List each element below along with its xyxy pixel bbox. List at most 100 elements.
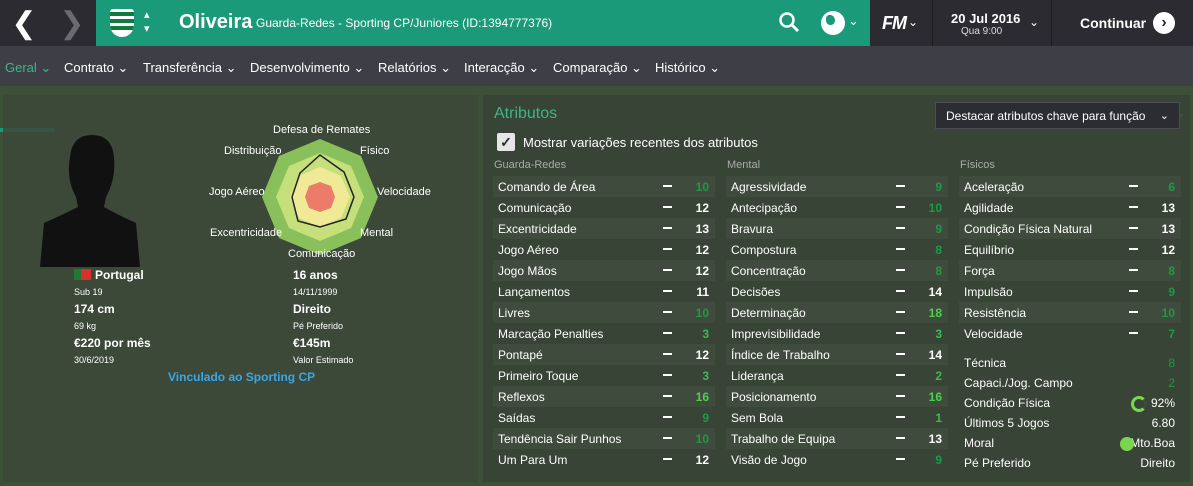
attribute-value: 13	[1161, 222, 1175, 236]
player-nav-arrows-icon[interactable]: ▴ ▾	[144, 8, 150, 36]
no-change-dash-icon	[663, 269, 672, 271]
show-changes-checkbox[interactable]: ✓	[497, 133, 515, 151]
attribute-row[interactable]: Agilidade 13	[959, 197, 1181, 218]
attribute-name: Visão de Jogo	[731, 453, 807, 467]
club-link[interactable]: Vinculado ao Sporting CP	[168, 370, 315, 384]
chevron-down-icon[interactable]: ⌄	[1029, 15, 1039, 29]
fm-logo[interactable]: FM	[882, 13, 907, 34]
radar-label-aerial: Jogo Aéreo	[209, 186, 265, 198]
attribute-name: Sem Bola	[731, 411, 784, 425]
attribute-value: 13	[1161, 201, 1175, 215]
continue-arrow-icon[interactable]: ›	[1153, 12, 1175, 34]
preferred-foot: Direito	[293, 302, 332, 316]
attribute-row[interactable]: Visão de Jogo 9	[726, 449, 948, 470]
show-changes-label[interactable]: Mostrar variações recentes dos atributos	[523, 135, 758, 150]
attribute-row[interactable]: Decisões 14	[726, 281, 948, 302]
attribute-row[interactable]: Jogo Mãos 12	[493, 260, 715, 281]
globe-icon[interactable]	[821, 11, 845, 35]
tab-historico[interactable]: Histórico ⌄	[655, 60, 720, 76]
attribute-value: 2	[935, 369, 942, 383]
highlight-role-dropdown[interactable]: Destacar atributos chave para função ⌄	[935, 102, 1180, 129]
attribute-row[interactable]: Saídas 9	[493, 407, 715, 428]
search-icon[interactable]	[778, 11, 800, 33]
attribute-value: 10	[1161, 306, 1175, 320]
extra-info-name: Últimos 5 Jogos	[964, 416, 1050, 430]
attribute-name: Jogo Mãos	[498, 264, 557, 278]
physical-header: Físicos	[960, 159, 995, 171]
chevron-down-icon[interactable]: ⌄	[848, 13, 859, 29]
attribute-name: Imprevisibilidade	[731, 327, 821, 341]
date-of-birth: 14/11/1999	[293, 287, 338, 297]
continue-button[interactable]: Continuar	[1080, 15, 1146, 31]
attribute-row[interactable]: Condição Física Natural 13	[959, 218, 1181, 239]
club-crest-icon[interactable]	[110, 9, 134, 37]
attribute-row[interactable]: Primeiro Toque 3	[493, 365, 715, 386]
attribute-row[interactable]: Impulsão 9	[959, 281, 1181, 302]
radar-label-communication: Comunicação	[288, 248, 356, 260]
tab-relatorios[interactable]: Relatórios ⌄	[378, 60, 451, 76]
attribute-row[interactable]: Índice de Trabalho 14	[726, 344, 948, 365]
no-change-dash-icon	[896, 227, 905, 229]
tab-contrato[interactable]: Contrato ⌄	[64, 60, 128, 76]
attribute-row[interactable]: Pontapé 12	[493, 344, 715, 365]
attribute-value: 9	[935, 222, 942, 236]
attribute-row[interactable]: Livres 10	[493, 302, 715, 323]
attribute-row[interactable]: Determinação 18	[726, 302, 948, 323]
no-change-dash-icon	[663, 311, 672, 313]
attribute-row[interactable]: Antecipação 10	[726, 197, 948, 218]
attribute-row[interactable]: Posicionamento 16	[726, 386, 948, 407]
nationality[interactable]: Portugal	[95, 268, 144, 282]
attribute-row[interactable]: Imprevisibilidade 3	[726, 323, 948, 344]
attribute-row[interactable]: Liderança 2	[726, 365, 948, 386]
player-silhouette-icon	[40, 135, 140, 267]
chevron-down-icon[interactable]: ⌄	[908, 15, 918, 29]
attribute-row[interactable]: Agressividade 9	[726, 176, 948, 197]
attribute-row[interactable]: Excentricidade 13	[493, 218, 715, 239]
no-change-dash-icon	[1129, 206, 1138, 208]
tab-comparacao[interactable]: Comparação ⌄	[553, 60, 642, 76]
attribute-name: Um Para Um	[498, 453, 568, 467]
attribute-row[interactable]: Bravura 9	[726, 218, 948, 239]
attribute-name: Força	[964, 264, 995, 278]
back-icon[interactable]: ❮	[0, 0, 48, 46]
attribute-value: 9	[1168, 285, 1175, 299]
attribute-name: Impulsão	[964, 285, 1013, 299]
attribute-value: 11	[696, 285, 709, 299]
attribute-row[interactable]: Um Para Um 12	[493, 449, 715, 470]
wage: €220 por mês	[74, 336, 151, 350]
estimated-value: €145m	[293, 336, 331, 350]
attribute-row[interactable]: Tendência Sair Punhos 10	[493, 428, 715, 449]
player-name[interactable]: Oliveira	[179, 11, 252, 34]
attribute-row[interactable]: Comunicação 12	[493, 197, 715, 218]
attribute-row[interactable]: Velocidade 7	[959, 323, 1181, 344]
attribute-row[interactable]: Trabalho de Equipa 13	[726, 428, 948, 449]
attribute-value: 7	[1168, 327, 1175, 341]
attribute-row[interactable]: Resistência 10	[959, 302, 1181, 323]
extra-info-row: Moral Mto.Boa	[959, 433, 1181, 453]
attribute-name: Resistência	[964, 306, 1027, 320]
attribute-row[interactable]: Lançamentos 11	[493, 281, 715, 302]
attribute-value: 6	[1168, 180, 1175, 194]
attribute-value: 16	[695, 390, 709, 404]
attribute-row[interactable]: Comando de Área 10	[493, 176, 715, 197]
no-change-dash-icon	[896, 311, 905, 313]
attribute-value: 13	[695, 222, 709, 236]
extra-info-name: Pé Preferido	[964, 456, 1031, 470]
attribute-row[interactable]: Equilíbrio 12	[959, 239, 1181, 260]
attribute-row[interactable]: Jogo Aéreo 12	[493, 239, 715, 260]
forward-icon[interactable]: ❯	[48, 0, 96, 46]
attribute-row[interactable]: Reflexos 16	[493, 386, 715, 407]
tab-desenvolvimento[interactable]: Desenvolvimento ⌄	[250, 60, 364, 76]
attribute-row[interactable]: Concentração 8	[726, 260, 948, 281]
attribute-row[interactable]: Sem Bola 1	[726, 407, 948, 428]
attribute-row[interactable]: Compostura 8	[726, 239, 948, 260]
attribute-row[interactable]: Força 8	[959, 260, 1181, 281]
tab-interaccao[interactable]: Interacção ⌄	[464, 60, 539, 76]
extra-info-row: Pé Preferido Direito	[959, 453, 1181, 473]
date-box[interactable]: 20 Jul 2016 Qua 9:00 ⌄	[932, 0, 1052, 46]
attribute-row[interactable]: Marcação Penalties 3	[493, 323, 715, 344]
tab-transferencia[interactable]: Transferência ⌄	[143, 60, 237, 76]
tab-geral[interactable]: Geral ⌄	[5, 60, 51, 76]
attribute-value: 12	[695, 243, 709, 257]
attribute-row[interactable]: Aceleração 6	[959, 176, 1181, 197]
